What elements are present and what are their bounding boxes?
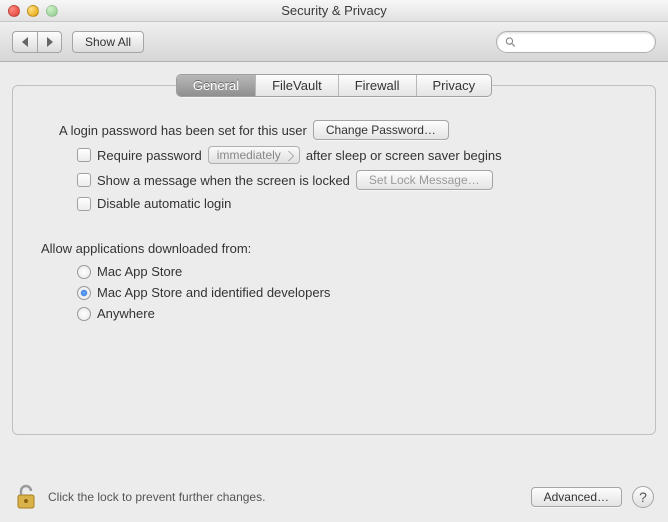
advanced-button[interactable]: Advanced… — [531, 487, 622, 507]
show-all-button[interactable]: Show All — [72, 31, 144, 53]
login-password-text: A login password has been set for this u… — [59, 123, 307, 138]
window-controls — [0, 5, 58, 17]
tab-bar: General FileVault Firewall Privacy — [12, 74, 656, 97]
gatekeeper-identified-label: Mac App Store and identified developers — [97, 285, 330, 300]
gatekeeper-anywhere-radio[interactable] — [77, 307, 91, 321]
show-lock-message-checkbox[interactable] — [77, 173, 91, 187]
gatekeeper-appstore-label: Mac App Store — [97, 264, 182, 279]
gatekeeper-anywhere-label: Anywhere — [97, 306, 155, 321]
change-password-button[interactable]: Change Password… — [313, 120, 449, 140]
require-password-suffix: after sleep or screen saver begins — [306, 148, 502, 163]
search-icon — [505, 36, 516, 48]
tab-privacy[interactable]: Privacy — [417, 75, 492, 96]
require-password-checkbox[interactable] — [77, 148, 91, 162]
gatekeeper-heading: Allow applications downloaded from: — [41, 241, 627, 256]
show-lock-message-label: Show a message when the screen is locked — [97, 173, 350, 188]
lock-icon[interactable] — [14, 483, 38, 511]
tab-firewall[interactable]: Firewall — [339, 75, 417, 96]
settings-panel: A login password has been set for this u… — [12, 85, 656, 435]
gatekeeper-appstore-radio[interactable] — [77, 265, 91, 279]
minimize-icon[interactable] — [27, 5, 39, 17]
require-password-label: Require password — [97, 148, 202, 163]
tab-general[interactable]: General — [177, 75, 256, 96]
footer: Click the lock to prevent further change… — [0, 472, 668, 522]
back-button[interactable] — [12, 31, 37, 53]
help-button[interactable]: ? — [632, 486, 654, 508]
disable-auto-login-checkbox[interactable] — [77, 197, 91, 211]
window-title: Security & Privacy — [0, 3, 668, 18]
toolbar: Show All — [0, 22, 668, 62]
tab-filevault[interactable]: FileVault — [256, 75, 339, 96]
search-input[interactable] — [520, 34, 647, 50]
search-field[interactable] — [496, 31, 656, 53]
show-all-label: Show All — [85, 35, 131, 49]
require-password-delay-select[interactable]: immediately — [208, 146, 300, 164]
set-lock-message-button[interactable]: Set Lock Message… — [356, 170, 493, 190]
close-icon[interactable] — [8, 5, 20, 17]
lock-description: Click the lock to prevent further change… — [48, 490, 265, 504]
forward-button[interactable] — [37, 31, 62, 53]
nav-buttons — [12, 31, 62, 53]
gatekeeper-identified-radio[interactable] — [77, 286, 91, 300]
zoom-icon[interactable] — [46, 5, 58, 17]
window-titlebar: Security & Privacy — [0, 0, 668, 22]
disable-auto-login-label: Disable automatic login — [97, 196, 231, 211]
